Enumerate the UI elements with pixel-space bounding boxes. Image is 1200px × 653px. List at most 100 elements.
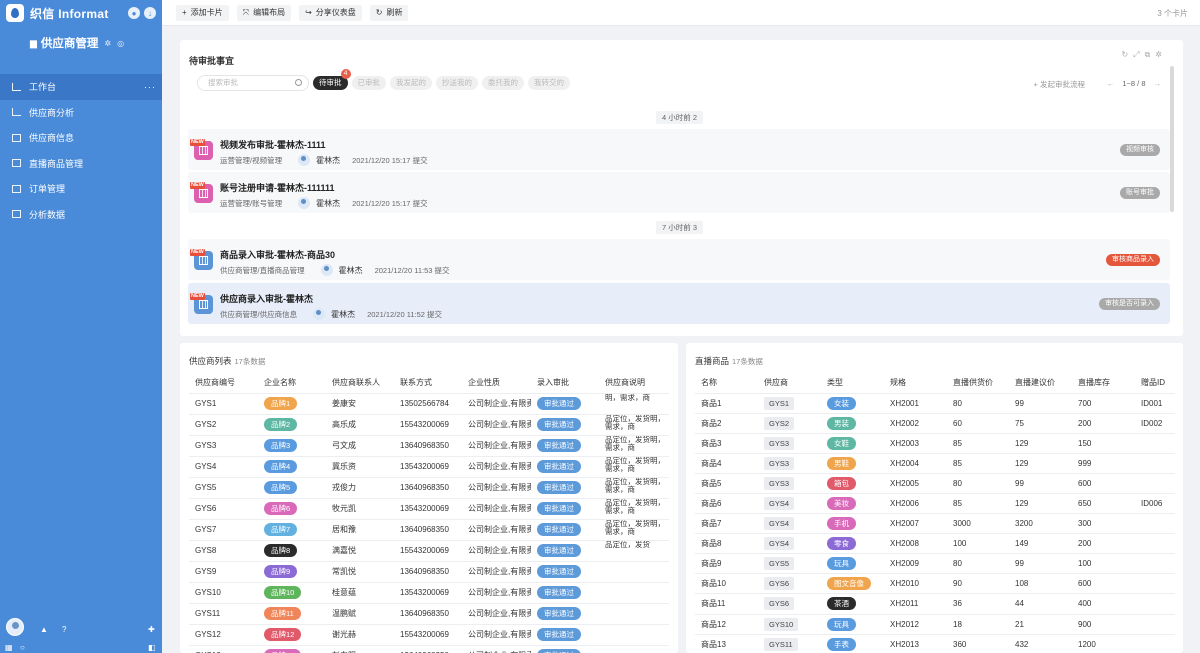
table-row[interactable]: 商品7 GYS4 手机 XH2007 3000 3200 300 [695,513,1175,534]
table-row[interactable]: 商品5 GYS3 箱包 XH2005 80 99 600 [695,472,1175,494]
approval-card: 待审批事宜 ↻⤢⧉✲ 搜索审批 待审批 4 已审批 我发起的 抄送我的 委托我的 … [180,40,1183,336]
table-row[interactable]: GYS8 品牌8 满嘉悦 15543200069 公司制企业,有限责 审批通过 品定位，发货 [189,539,669,561]
sidebar-item-supplier-info[interactable]: 供应商信息 [0,125,162,151]
tab-delegated[interactable]: 委托我的 [482,76,524,90]
company-nature: 公司制企业,有限责 [462,434,531,456]
column-header[interactable]: 联系方式 [394,372,462,393]
table-row[interactable]: 商品13 GYS11 手表 XH2013 360 432 1200 [695,633,1175,653]
tab-initiated[interactable]: 我发起的 [390,76,432,90]
item-title: 供应商录入审批-霍林杰 [220,294,313,304]
start-flow-link[interactable]: + 发起审批流程 [1034,79,1085,90]
edit-layout-button[interactable]: ⤧ 编辑布局 [236,4,292,21]
help-icon[interactable]: ? [62,625,66,634]
avatar[interactable] [6,618,24,636]
table-row[interactable]: GYS6 品牌6 牧元凯 13543200069 公司制企业,有限责 审批通过 品定位，发货… [189,497,669,519]
contact-name: 常凯悦 [326,560,394,582]
sidebar-item-workbench[interactable]: 工作台 ··· [0,74,162,100]
sidebar-item-live-products[interactable]: 直播商品管理 [0,151,162,177]
table-row[interactable]: GYS9 品牌9 常凯悦 13640968350 公司制企业,有限责 审批通过 [189,560,669,582]
more-icon[interactable]: ··· [144,82,156,92]
grid-icon[interactable]: ▦ [5,643,13,652]
approval-item[interactable]: NEW 账号注册申请-霍林杰-111111 运营管理/账号管理 霍林杰 2021… [188,172,1170,213]
type-tag: 男鞋 [827,456,856,470]
add-user-icon[interactable]: ✚ [148,625,155,634]
table-row[interactable]: GYS11 品牌11 温鹏赋 13640968350 公司制企业,有限责 审批通过 [189,602,669,624]
sidebar-item-supplier-analysis[interactable]: 供应商分析 [0,100,162,126]
column-header[interactable]: 供应商编号 [189,372,258,393]
table-row[interactable]: 商品8 GYS4 零食 XH2008 100 149 200 [695,533,1175,554]
search-input[interactable]: 搜索审批 [197,75,309,91]
column-header[interactable]: 录入审批 [531,372,599,393]
company-nature: 公司制企业,有限责 [462,602,531,624]
column-header[interactable]: 直播库存 [1072,372,1135,393]
column-header[interactable]: 直播供货价 [947,372,1009,393]
tab-approved[interactable]: 已审批 [351,76,386,90]
table-row[interactable]: GYS7 品牌7 居和豫 13640968350 公司制企业,有限责 审批通过 品定位，发货… [189,518,669,540]
table-row[interactable]: GYS3 品牌3 弓文成 13640968350 公司制企业,有限责 审批通过 品定位，发货… [189,434,669,456]
settings-icon[interactable]: ✲ [104,39,111,48]
user-switch-icon[interactable]: ● [128,7,140,19]
column-header[interactable]: 供应商 [758,372,821,393]
supplier-tag: GYS4 [764,517,795,531]
table-row[interactable]: GYS4 品牌4 冀乐资 13543200069 公司制企业,有限责 审批通过 品定位，发货… [189,455,669,477]
column-header[interactable]: 企业性质 [462,372,531,393]
prev-page-icon[interactable]: ← [1107,79,1115,88]
suggested-price: 129 [1009,492,1072,514]
collapse-icon[interactable]: ◧ [148,643,156,652]
contact-name: 姜康安 [326,392,394,414]
bell-icon[interactable]: ▲ [40,625,48,634]
next-page-icon[interactable]: → [1154,79,1162,88]
company-name: 品牌2 [258,413,326,435]
sidebar-item-orders[interactable]: 订单管理 [0,176,162,202]
tab-transferred[interactable]: 我转交的 [528,76,570,90]
table-row[interactable]: 商品4 GYS3 男鞋 XH2004 85 129 999 [695,452,1175,474]
phone: 13640968350 [394,560,462,582]
download-icon[interactable]: ↓ [144,7,156,19]
column-header[interactable]: 企业名称 [258,372,326,393]
approval-item[interactable]: NEW 供应商录入审批-霍林杰 供应商管理/供应商信息 霍林杰 2021/12/… [188,283,1170,324]
sidebar-item-analysis-data[interactable]: 分析数据 [0,202,162,228]
column-header[interactable]: 规格 [884,372,947,393]
table-row[interactable]: GYS1 品牌1 姜康安 13502566784 公司制企业,有限责 审批通过 明，需求，商 [189,392,669,414]
type-tag: 零食 [827,537,856,551]
approval-item[interactable]: NEW 视频发布审批-霍林杰-1111 运营管理/视频管理 霍林杰 2021/1… [188,129,1170,170]
table-row[interactable]: GYS5 品牌5 戎俊力 13640968350 公司制企业,有限责 审批通过 品定位，发货… [189,476,669,498]
column-header[interactable]: 名称 [695,372,758,393]
table-row[interactable]: 商品9 GYS5 玩具 XH2009 80 99 100 [695,553,1175,574]
company-name: 品牌7 [258,518,326,540]
supply-price: 18 [947,613,1009,635]
column-header[interactable]: 类型 [821,372,884,393]
table-row[interactable]: 商品10 GYS6 图文音像 XH2010 90 108 600 [695,573,1175,594]
approval-status: 审批通过 [531,497,599,519]
scrollbar[interactable] [1170,66,1174,212]
column-header[interactable]: 供应商联系人 [326,372,394,393]
table-row[interactable]: GYS13 品牌13 彭向阳13640968350公司制企业,有限责审批通过 [189,644,669,653]
stock: 200 [1072,533,1135,554]
product-type: 女装 [821,392,884,414]
info-icon[interactable]: ◎ [117,39,124,48]
company-nature: 公司制企业,有限责 [462,581,531,603]
add-card-button[interactable]: + 添加卡片 [176,4,229,21]
table-row[interactable]: 商品11 GYS6 茶酒 XH2011 36 44 400 [695,593,1175,615]
column-header[interactable]: 供应商说明 [599,372,669,393]
search-icon[interactable]: ○ [20,643,25,652]
approval-item[interactable]: NEW 商品录入审批-霍林杰-商品30 供应商管理/直播商品管理 霍林杰 202… [188,239,1170,280]
refresh-button[interactable]: ↻ 刷新 [369,4,409,21]
table-row[interactable]: GYS10 品牌10 桂意蕴 13543200069 公司制企业,有限责 审批通过 [189,581,669,603]
table-row[interactable]: 商品12 GYS10 玩具 XH2012 18 21 900 [695,613,1175,635]
table-row[interactable]: GYS2 品牌2 高乐成 15543200069 公司制企业,有限责 审批通过 品定位，发货… [189,413,669,435]
sidebar-nav: 工作台 ··· 供应商分析 供应商信息 直播商品管理 订单管理 分析数据 [0,74,162,227]
column-header[interactable]: 直播建议价 [1009,372,1072,393]
table-row[interactable]: 商品6 GYS4 美妆 XH2006 85 129 650 ID006 [695,492,1175,514]
table-row[interactable]: 商品3 GYS3 女鞋 XH2003 85 129 150 [695,432,1175,454]
table-row[interactable]: GYS12 品牌12 谢光赫 15543200069 公司制企业,有限责 审批通过 [189,623,669,645]
column-header[interactable]: 赠品ID [1135,372,1175,393]
supplier-id: GYS11 [189,602,258,624]
tab-pending[interactable]: 待审批 4 [313,69,351,90]
approval-title: 待审批事宜 [189,56,235,66]
card-tools[interactable]: ↻⤢⧉✲ [1121,50,1167,60]
table-row[interactable]: 商品1 GYS1 女装 XH2001 80 99 700 ID001 [695,392,1175,414]
tab-cc[interactable]: 抄送我的 [436,76,478,90]
share-dashboard-button[interactable]: ↪ 分享仪表盘 [299,4,362,21]
table-row[interactable]: 商品2 GYS2 男装 XH2002 60 75 200 ID002 [695,412,1175,434]
